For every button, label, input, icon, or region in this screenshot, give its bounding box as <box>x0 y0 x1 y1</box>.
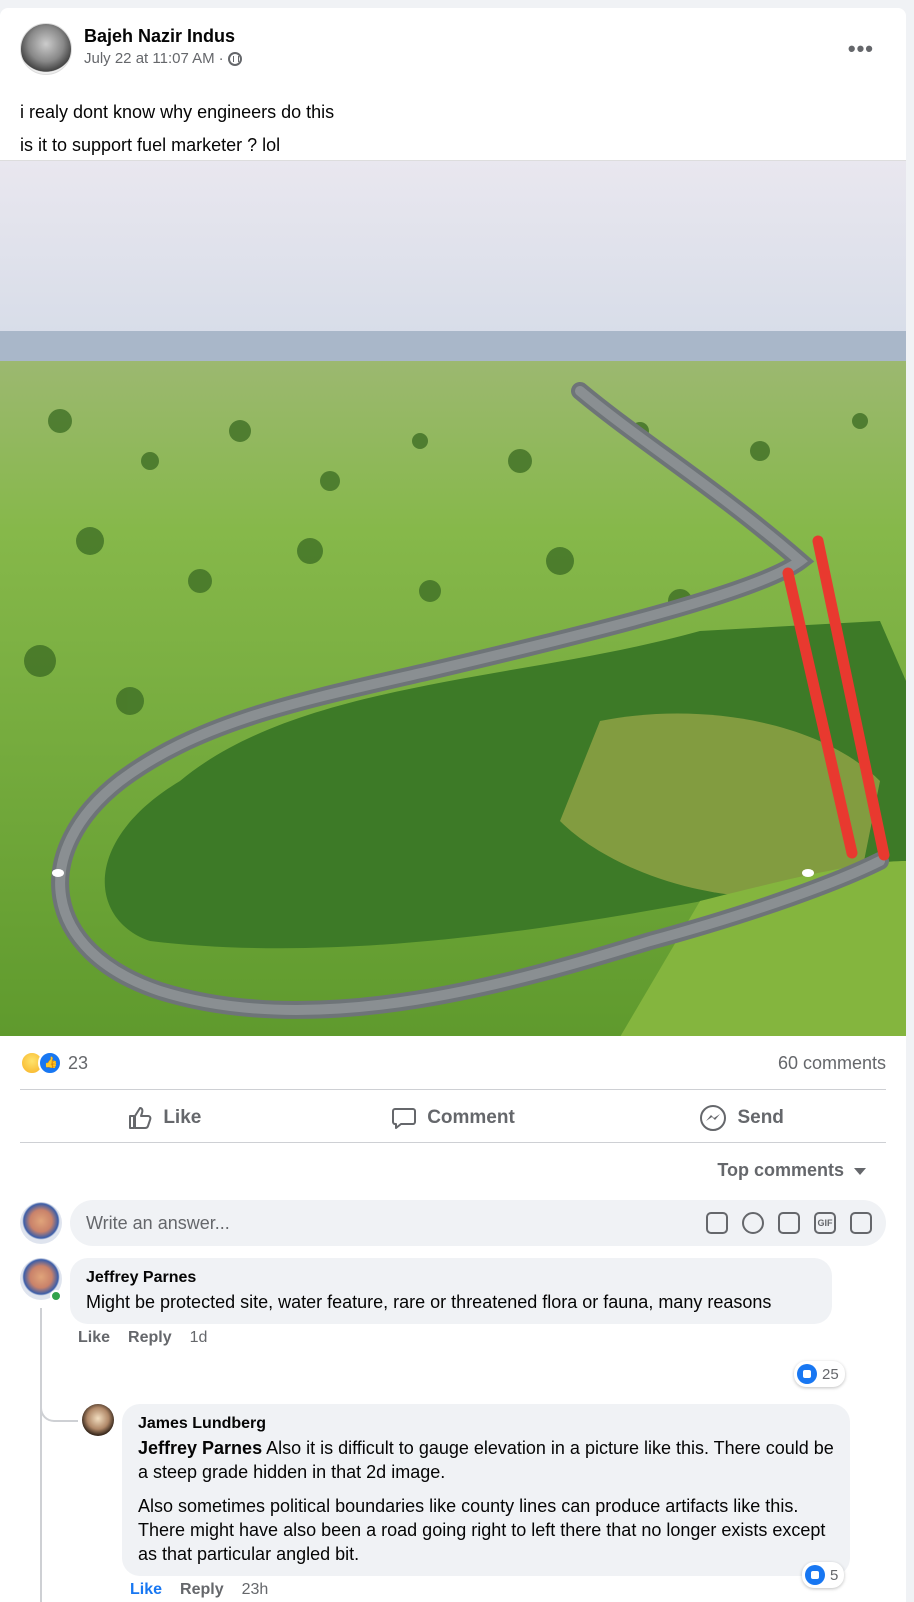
author-name[interactable]: Bajeh Nazir Indus <box>84 26 242 47</box>
comment-time[interactable]: 23h <box>242 1581 269 1599</box>
comment-text: Might be protected site, water feature, … <box>86 1292 772 1312</box>
emoji-icon[interactable] <box>742 1212 764 1234</box>
send-button[interactable]: Send <box>597 1093 886 1143</box>
commenter-name[interactable]: Jeffrey Parnes <box>86 1269 816 1287</box>
thread-line <box>40 1308 42 1602</box>
like-label: Like <box>163 1107 202 1128</box>
comment-count[interactable]: 60 comments <box>778 1053 886 1074</box>
online-status-dot <box>50 1290 62 1302</box>
like-badge-icon <box>797 1364 817 1384</box>
action-bar: Like Comment Send <box>20 1093 886 1143</box>
camera-icon[interactable] <box>778 1212 800 1234</box>
comment-label: Comment <box>427 1107 515 1128</box>
post-card: Bajeh Nazir Indus July 22 at 11:07 AM · … <box>0 8 906 1602</box>
comment-like-count: 25 <box>822 1365 839 1383</box>
post-text-line: is it to support fuel marketer ? lol <box>20 135 281 155</box>
more-options-icon[interactable]: ••• <box>848 36 874 62</box>
post-text: i realy dont know why engineers do this … <box>20 96 334 162</box>
mention-link[interactable]: Jeffrey Parnes <box>138 1438 262 1458</box>
post-photo[interactable] <box>0 160 906 1036</box>
comment-reply-button[interactable]: Reply <box>180 1581 224 1599</box>
post-stats: 23 60 comments <box>20 1048 886 1078</box>
reaction-summary[interactable]: 23 <box>20 1051 88 1075</box>
comment-reply-button[interactable]: Reply <box>128 1329 172 1347</box>
like-badge-icon <box>805 1565 825 1585</box>
author-avatar[interactable] <box>20 23 72 75</box>
comment: Jeffrey Parnes Might be protected site, … <box>20 1258 832 1347</box>
send-label: Send <box>737 1107 784 1128</box>
current-user-avatar[interactable] <box>20 1202 62 1244</box>
comment-bubble: Jeffrey Parnes Might be protected site, … <box>70 1258 832 1324</box>
comment-actions: Like Reply 23h <box>130 1581 850 1599</box>
comment-bubble: James Lundberg Jeffrey Parnes Also it is… <box>122 1404 850 1576</box>
post-header: Bajeh Nazir Indus July 22 at 11:07 AM · <box>20 23 242 79</box>
author-block: Bajeh Nazir Indus July 22 at 11:07 AM · <box>84 26 242 67</box>
top-comments-label: Top comments <box>717 1160 844 1180</box>
speech-bubble-icon <box>392 1108 417 1129</box>
post-timestamp[interactable]: July 22 at 11:07 AM <box>84 50 215 67</box>
like-button[interactable]: Like <box>20 1093 309 1143</box>
top-comments-dropdown[interactable]: Top comments <box>717 1160 866 1181</box>
caret-down-icon <box>854 1168 866 1175</box>
commenter-name[interactable]: James Lundberg <box>138 1415 834 1433</box>
post-text-line: i realy dont know why engineers do this <box>20 102 335 122</box>
aerial-road-image <box>0 161 906 1036</box>
divider <box>20 1142 886 1143</box>
gif-icon[interactable]: GIF <box>814 1212 836 1234</box>
messenger-icon <box>700 1105 727 1131</box>
avatar-sticker-icon[interactable] <box>706 1212 728 1234</box>
thread-connector <box>40 1398 78 1422</box>
comment-time[interactable]: 1d <box>190 1329 208 1347</box>
comment-input-placeholder: Write an answer... <box>86 1212 230 1233</box>
divider <box>20 1089 886 1090</box>
reaction-count[interactable]: 23 <box>68 1053 88 1074</box>
comment-text: Jeffrey Parnes Also it is difficult to g… <box>138 1436 834 1484</box>
comment-like-count-badge[interactable]: 5 <box>802 1562 845 1588</box>
meta-separator: · <box>218 50 224 67</box>
comment-button[interactable]: Comment <box>309 1093 598 1143</box>
reply-comment: James Lundberg Jeffrey Parnes Also it is… <box>82 1404 850 1599</box>
comment-like-count: 5 <box>830 1566 839 1584</box>
comment-actions: Like Reply 1d <box>78 1329 832 1347</box>
composer-tools: GIF <box>706 1212 872 1234</box>
thumbs-up-icon <box>129 1107 152 1129</box>
comment-composer: Write an answer... GIF <box>20 1200 886 1246</box>
commenter-avatar[interactable] <box>82 1404 114 1436</box>
post-meta: July 22 at 11:07 AM · <box>84 50 242 67</box>
sticker-icon[interactable] <box>850 1212 872 1234</box>
comment-like-button[interactable]: Like <box>130 1581 162 1599</box>
comment-text-paragraph: Also sometimes political boundaries like… <box>138 1496 826 1564</box>
globe-icon[interactable] <box>227 51 242 66</box>
comment-like-button[interactable]: Like <box>78 1329 110 1347</box>
like-reaction-icon <box>38 1051 62 1075</box>
comment-input[interactable]: Write an answer... GIF <box>70 1200 886 1246</box>
comment-like-count-badge[interactable]: 25 <box>794 1361 845 1387</box>
